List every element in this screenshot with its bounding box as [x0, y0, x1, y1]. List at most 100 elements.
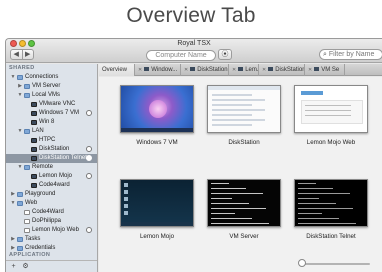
terminal-line: [298, 188, 333, 189]
sidebar-item[interactable]: ▼ Remote: [6, 163, 97, 172]
remote-desktop-icon: [31, 138, 37, 143]
sidebar-item-label: Code4Ward: [32, 209, 64, 215]
thumbnail-caption: Lemon Mojo: [139, 233, 175, 240]
forward-icon[interactable]: ▶: [21, 50, 34, 59]
tab[interactable]: ✕ VM Se: [305, 64, 345, 76]
tab-session-icon: [268, 67, 274, 72]
session-thumbnail[interactable]: DiskStation: [207, 85, 281, 146]
sidebar-item[interactable]: ▼ LAN: [6, 127, 97, 136]
sidebar-item[interactable]: Lemon Mojo: [6, 172, 97, 181]
sidebar-item[interactable]: DiskStation Telnet: [6, 154, 97, 163]
disclosure-open-icon[interactable]: ▼: [10, 73, 16, 82]
filter-placeholder: Filter by Name: [328, 51, 375, 58]
sidebar-item[interactable]: ▶ Tasks: [6, 235, 97, 244]
close-tab-icon[interactable]: ✕: [184, 67, 188, 73]
session-preview-image[interactable]: [207, 85, 281, 133]
connection-status-icon: [86, 146, 92, 152]
text-line: [212, 104, 252, 106]
thumbnail-size-slider[interactable]: [300, 263, 370, 265]
sidebar-item[interactable]: ▶ Playground: [6, 190, 97, 199]
session-preview-image[interactable]: [294, 85, 368, 133]
session-thumbnail[interactable]: Lemon Mojo Web: [294, 85, 368, 146]
sidebar-section-application: APPLICATION: [9, 252, 51, 258]
text-line: [305, 105, 351, 106]
text-line: [212, 109, 265, 111]
disclosure-open-icon[interactable]: ▼: [17, 127, 23, 136]
sidebar-item[interactable]: Lemon Mojo Web: [6, 226, 97, 235]
sidebar-item[interactable]: Win 8: [6, 118, 97, 127]
session-preview-image[interactable]: [120, 85, 194, 133]
disclosure-open-icon[interactable]: ▼: [17, 91, 23, 100]
terminal-line: [298, 218, 339, 219]
session-thumbnail[interactable]: DiskStation Telnet: [294, 179, 368, 240]
sidebar-item[interactable]: ▼ Local VMs: [6, 91, 97, 100]
close-tab-icon[interactable]: ✕: [232, 67, 236, 73]
sidebar-item-label: LAN: [32, 128, 44, 134]
sidebar-item[interactable]: DoPhilippa: [6, 217, 97, 226]
sidebar-item-label: VMware VNC: [39, 101, 76, 107]
tab[interactable]: ✕ Lem...: [229, 64, 259, 76]
thumbnail-caption: DiskStation: [228, 139, 260, 146]
sidebar-item[interactable]: ▶ VM Server: [6, 82, 97, 91]
sidebar-item[interactable]: ▼ Web: [6, 199, 97, 208]
site-logo: [301, 91, 323, 95]
tab-label: Overview: [102, 67, 128, 73]
disclosure-open-icon[interactable]: ▼: [10, 199, 16, 208]
back-icon[interactable]: ◀: [11, 50, 22, 59]
tab[interactable]: ✕ DiskStation: [181, 64, 229, 76]
tab[interactable]: Overview: [99, 64, 135, 76]
sidebar-item[interactable]: DiskStation: [6, 145, 97, 154]
sidebar-item-label: Lemon Mojo Web: [32, 227, 79, 233]
sidebar-item-label: Lemon Mojo: [39, 173, 73, 179]
terminal-line: [211, 218, 252, 219]
session-thumbnail[interactable]: Windows 7 VM: [120, 85, 194, 146]
content-box: [301, 100, 363, 124]
session-thumbnail[interactable]: Lemon Mojo: [120, 179, 194, 240]
tab-session-icon: [144, 67, 150, 72]
slider-knob[interactable]: [298, 259, 306, 267]
session-preview-image[interactable]: [207, 179, 281, 227]
filter-input[interactable]: ⌕ Filter by Name: [319, 49, 382, 60]
session-thumbnail[interactable]: VM Server: [207, 179, 281, 240]
sidebar-item-label: Web: [25, 200, 38, 206]
add-icon[interactable]: +: [9, 263, 18, 271]
sidebar-item-label: HTPC: [39, 137, 56, 143]
close-tab-icon[interactable]: ✕: [138, 67, 142, 73]
session-preview-image[interactable]: [294, 179, 368, 227]
close-tab-icon[interactable]: ✕: [308, 67, 312, 73]
terminal-line: [211, 203, 249, 204]
terminal-line: [211, 193, 263, 194]
folder-icon: [24, 165, 30, 170]
tab-label: Window...: [151, 67, 178, 73]
tab[interactable]: ✕ DiskStation: [259, 64, 305, 76]
sidebar-item[interactable]: Code4Ward: [6, 208, 97, 217]
computer-name-input[interactable]: Computer Name: [146, 50, 216, 61]
terminal-line: [211, 198, 232, 199]
text-line: [305, 110, 351, 111]
gear-icon[interactable]: ⚙: [21, 263, 30, 271]
sidebar-item-label: Connections: [25, 74, 59, 80]
terminal-line: [298, 198, 319, 199]
sidebar-item-label: Local VMs: [32, 92, 61, 98]
tab[interactable]: ✕ Window...: [135, 64, 181, 76]
sidebar-item[interactable]: VMware VNC: [6, 100, 97, 109]
sidebar-item[interactable]: HTPC: [6, 136, 97, 145]
connection-status-icon: [86, 173, 92, 179]
sidebar-item[interactable]: ▼ Connections: [6, 73, 97, 82]
disclosure-closed-icon[interactable]: ▶: [10, 235, 16, 244]
desktop-icon: [124, 211, 128, 215]
disclosure-open-icon[interactable]: ▼: [17, 163, 23, 172]
text-line: [305, 115, 351, 116]
sidebar-item[interactable]: Windows 7 VM: [6, 109, 97, 118]
connect-button[interactable]: ⦿: [218, 49, 232, 60]
close-tab-icon[interactable]: ✕: [262, 67, 266, 73]
tab-session-icon: [190, 67, 196, 72]
text-line: [212, 99, 265, 101]
terminal-line: [298, 203, 336, 204]
overview-grid: Windows 7 VM DiskStation Lemon Mojo Web Lem…: [99, 77, 382, 272]
disclosure-closed-icon[interactable]: ▶: [17, 82, 23, 91]
sidebar-item[interactable]: Code4ward: [6, 181, 97, 190]
terminal-line: [211, 223, 269, 224]
session-preview-image[interactable]: [120, 179, 194, 227]
disclosure-closed-icon[interactable]: ▶: [10, 190, 16, 199]
